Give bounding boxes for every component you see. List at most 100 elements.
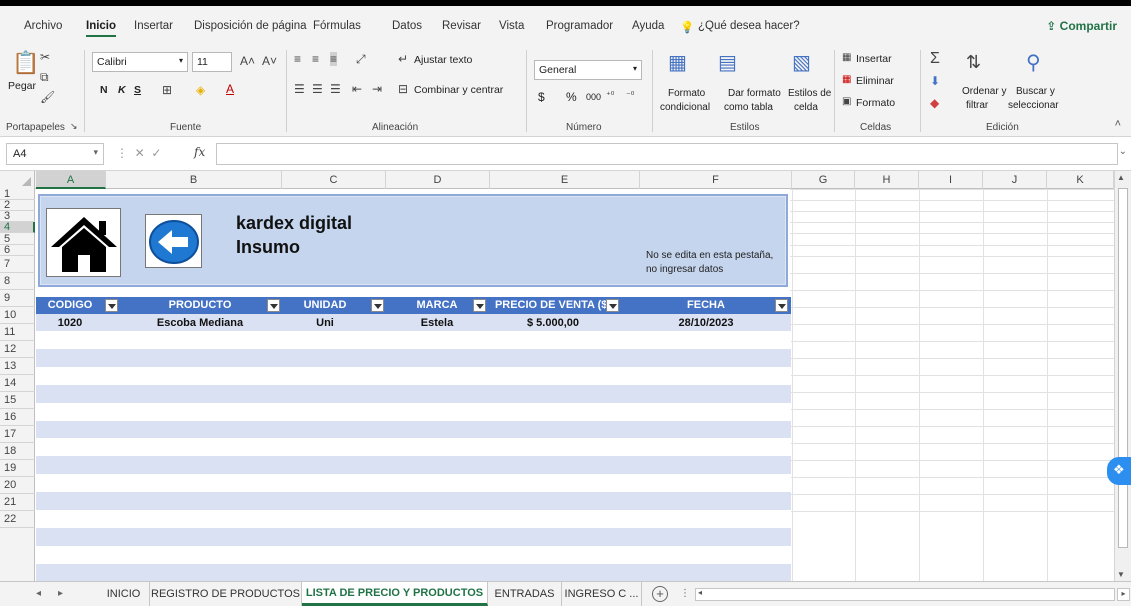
table-row[interactable]: [36, 349, 791, 368]
align-middle-icon[interactable]: ≡: [312, 52, 319, 66]
scroll-right-icon[interactable]: ▸: [1117, 588, 1130, 601]
decrease-indent-icon[interactable]: ⇤: [352, 82, 362, 96]
sort-filter-icon[interactable]: ⇅: [966, 52, 981, 73]
scroll-up-icon[interactable]: ▲: [1117, 173, 1125, 182]
delete-button[interactable]: Eliminar: [856, 75, 894, 87]
add-sheet-icon[interactable]: +: [652, 586, 668, 602]
scroll-thumb[interactable]: [1118, 188, 1128, 548]
table-row[interactable]: [36, 367, 791, 386]
table-row[interactable]: [36, 528, 791, 547]
row-header[interactable]: 19: [0, 460, 35, 477]
filter-dropdown-icon[interactable]: [606, 299, 619, 312]
filter-dropdown-icon[interactable]: [105, 299, 118, 312]
align-right-icon[interactable]: ☰: [330, 82, 341, 96]
tab-vista[interactable]: Vista: [499, 20, 524, 32]
tab-programador[interactable]: Programador: [546, 20, 613, 32]
cut-icon[interactable]: ✂: [40, 50, 50, 64]
italic-button[interactable]: K: [118, 84, 126, 96]
clear-icon[interactable]: ◆: [930, 96, 939, 110]
table-row[interactable]: [36, 564, 791, 581]
filter-dropdown-icon[interactable]: [775, 299, 788, 312]
expand-formula-icon[interactable]: ⌄: [1119, 146, 1127, 157]
font-color-icon[interactable]: A: [226, 82, 234, 96]
tab-ayuda[interactable]: Ayuda: [632, 20, 664, 32]
fill-icon[interactable]: ⬇: [930, 74, 940, 88]
table-row[interactable]: [36, 475, 791, 494]
filter-dropdown-icon[interactable]: [473, 299, 486, 312]
align-left-icon[interactable]: ☰: [294, 82, 305, 96]
row-header[interactable]: 8: [0, 273, 35, 290]
column-header[interactable]: B: [106, 171, 282, 189]
column-header[interactable]: H: [855, 171, 919, 189]
table-cell[interactable]: Uni: [282, 314, 368, 332]
paste-button[interactable]: Pegar: [8, 80, 36, 92]
next-sheet-icon[interactable]: ▸: [58, 588, 63, 599]
table-cell[interactable]: $ 5.000,00: [488, 314, 618, 332]
align-top-icon[interactable]: ≡: [294, 52, 301, 66]
sheet-tab[interactable]: LISTA DE PRECIO Y PRODUCTOS: [302, 582, 488, 606]
wrap-text-icon[interactable]: ↵: [398, 52, 408, 66]
thousands-button[interactable]: 000: [586, 92, 601, 102]
row-header[interactable]: 16: [0, 409, 35, 426]
share-button[interactable]: ⇪ Compartir: [1046, 19, 1117, 33]
row-header[interactable]: 20: [0, 477, 35, 494]
name-box[interactable]: A4 ▾: [6, 143, 104, 165]
sheet-tab[interactable]: REGISTRO DE PRODUCTOS: [150, 582, 302, 606]
column-header[interactable]: J: [983, 171, 1047, 189]
prev-sheet-icon[interactable]: ◂: [36, 588, 41, 599]
table-row[interactable]: [36, 439, 791, 458]
tab-revisar[interactable]: Revisar: [442, 20, 481, 32]
column-header[interactable]: E: [490, 171, 640, 189]
autosum-icon[interactable]: Σ: [930, 50, 940, 68]
cell-styles-icon[interactable]: ▧: [792, 50, 811, 75]
row-header[interactable]: 12: [0, 341, 35, 358]
back-button[interactable]: [145, 214, 202, 268]
row-header[interactable]: 13: [0, 358, 35, 375]
row-header[interactable]: 17: [0, 426, 35, 443]
wrap-text-button[interactable]: Ajustar texto: [414, 54, 472, 66]
dialog-launcher-icon[interactable]: ↘: [70, 121, 78, 132]
orientation-icon[interactable]: ⤢: [356, 52, 366, 67]
table-cell[interactable]: Escoba Mediana: [120, 314, 280, 332]
search-hint[interactable]: ¿Qué desea hacer?: [698, 20, 800, 32]
row-header[interactable]: 18: [0, 443, 35, 460]
format-as-table-button[interactable]: Dar formato: [728, 88, 781, 99]
sheet-tab[interactable]: INGRESO C ...: [562, 582, 642, 606]
table-row[interactable]: [36, 421, 791, 440]
cells-area[interactable]: kardex digital Insumo No se edita en est…: [36, 189, 1115, 581]
tab-datos[interactable]: Datos: [392, 20, 422, 32]
merge-icon[interactable]: ⊟: [398, 82, 408, 96]
paste-icon[interactable]: 📋: [12, 50, 39, 76]
table-row[interactable]: [36, 546, 791, 565]
column-header[interactable]: G: [792, 171, 855, 189]
table-row[interactable]: [36, 403, 791, 422]
tab-archivo[interactable]: Archivo: [24, 20, 62, 32]
align-center-icon[interactable]: ☰: [312, 82, 323, 96]
conditional-format-icon[interactable]: ▦: [668, 50, 687, 75]
scroll-left-icon[interactable]: ◂: [698, 588, 702, 597]
shrink-font-icon[interactable]: A˅: [262, 54, 277, 68]
table-row[interactable]: [36, 331, 791, 350]
font-name-select[interactable]: Calibri ▾: [92, 52, 188, 72]
table-row[interactable]: [36, 510, 791, 529]
table-cell[interactable]: 28/10/2023: [626, 314, 786, 332]
formula-input[interactable]: [216, 143, 1118, 165]
tab-disposicion[interactable]: Disposición de página: [194, 20, 307, 32]
tab-formulas[interactable]: Fórmulas: [313, 20, 361, 32]
table-cell[interactable]: 1020: [36, 314, 104, 332]
tab-insertar[interactable]: Insertar: [134, 20, 173, 32]
search-icon[interactable]: ⚲: [1026, 50, 1041, 75]
select-all-corner[interactable]: [0, 171, 35, 189]
sort-filter-button[interactable]: Ordenar y: [962, 86, 1006, 97]
scroll-down-icon[interactable]: ▼: [1117, 570, 1125, 579]
home-button[interactable]: [46, 208, 121, 277]
row-header[interactable]: 22: [0, 511, 35, 528]
find-select-button[interactable]: Buscar y: [1016, 86, 1055, 97]
column-header[interactable]: K: [1047, 171, 1114, 189]
format-painter-icon[interactable]: 🖌: [40, 90, 55, 104]
grow-font-icon[interactable]: A˄: [240, 54, 255, 68]
decrease-decimal-icon[interactable]: ⁻⁰: [626, 90, 634, 101]
column-header[interactable]: C: [282, 171, 386, 189]
percent-button[interactable]: %: [566, 90, 577, 104]
row-header[interactable]: 11: [0, 324, 35, 341]
